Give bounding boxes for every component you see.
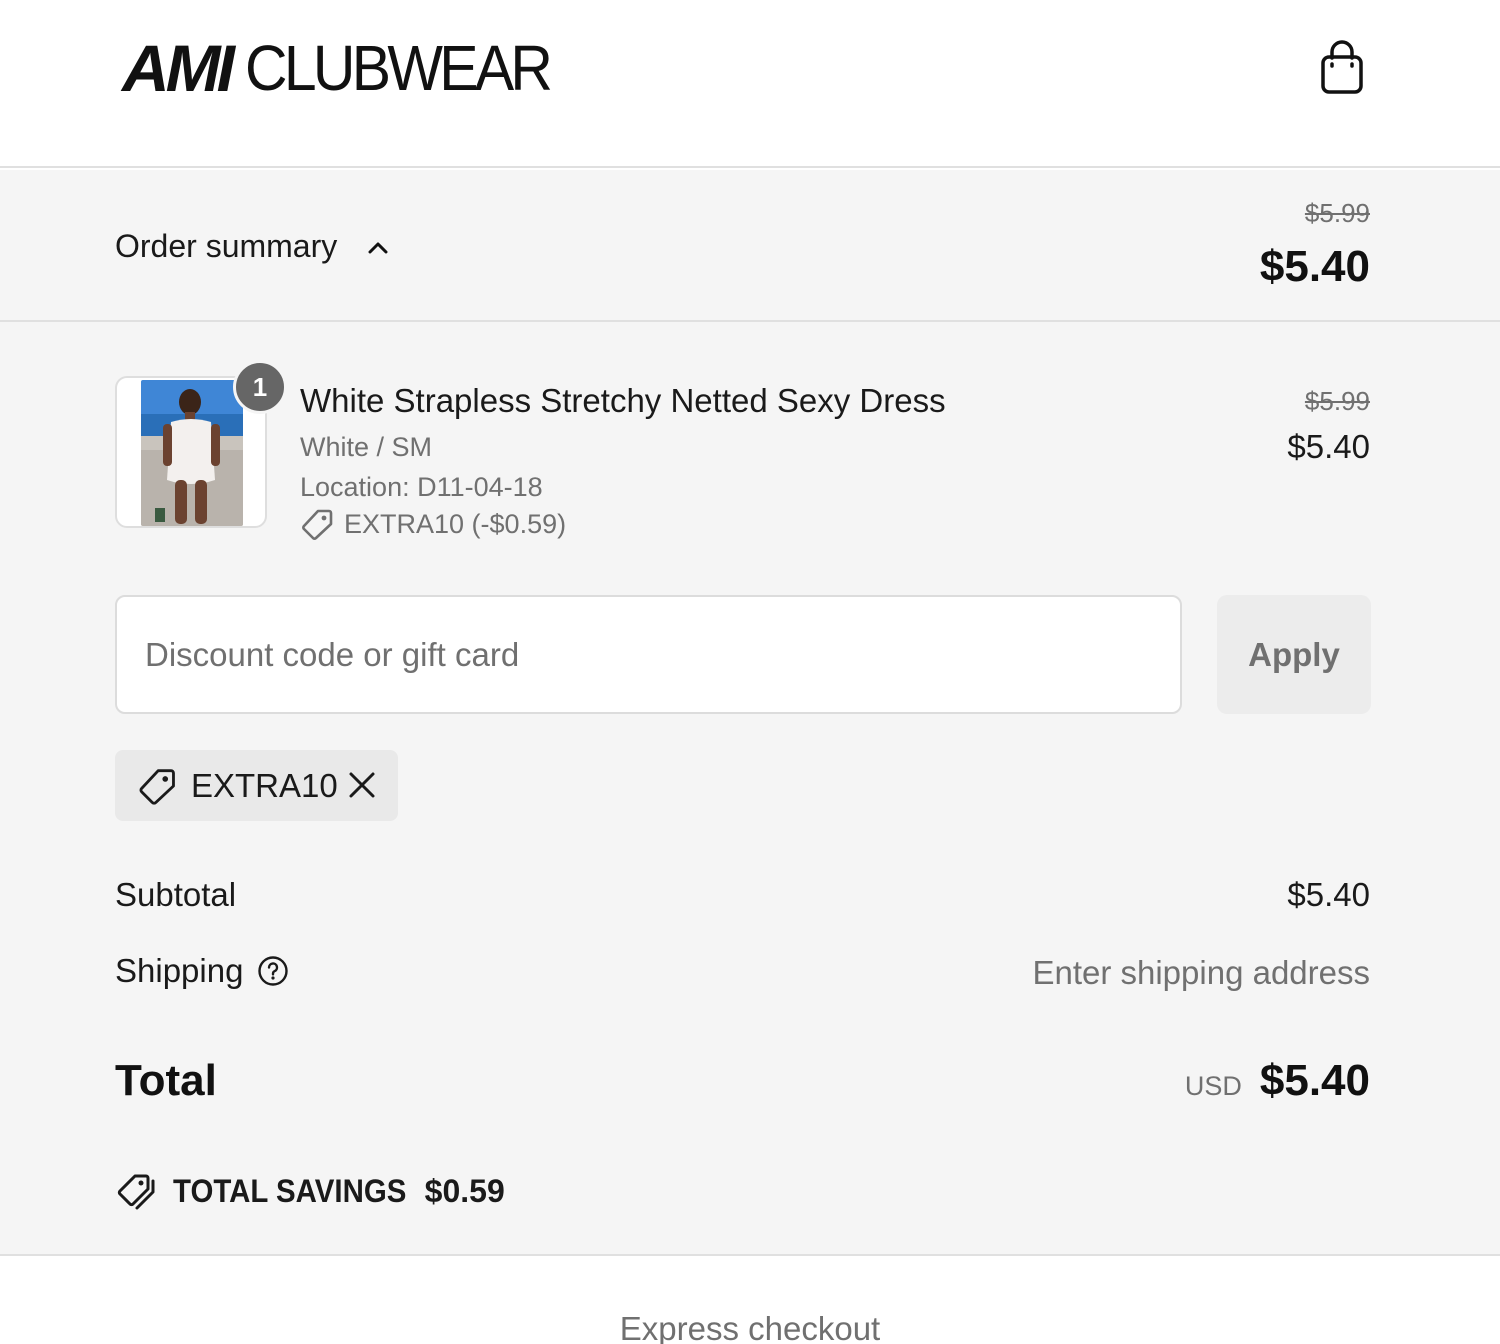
subtotal-label: Subtotal bbox=[115, 876, 237, 913]
order-summary-label: Order summary bbox=[115, 228, 338, 264]
item-discount: EXTRA10 (-$0.59) bbox=[300, 506, 566, 542]
order-summary-panel: Order summary $5.99 $5.40 1 White Strapl… bbox=[0, 170, 1500, 1256]
brand-logo[interactable]: AMI CLUBWEAR bbox=[122, 30, 576, 106]
discount-code-input[interactable] bbox=[115, 595, 1182, 714]
total-currency: USD bbox=[1184, 1071, 1242, 1101]
apply-discount-button[interactable]: Apply bbox=[1217, 595, 1371, 714]
applied-code-label: EXTRA10 bbox=[191, 766, 338, 804]
logo-light-text: CLUBWEAR bbox=[244, 32, 553, 104]
shipping-value: Enter shipping address bbox=[1032, 954, 1370, 991]
item-price: $5.40 bbox=[1287, 428, 1370, 465]
tag-icon bbox=[139, 768, 175, 805]
remove-code-icon[interactable] bbox=[345, 768, 379, 802]
item-discount-text: EXTRA10 (-$0.59) bbox=[344, 508, 567, 539]
savings-label: TOTAL SAVINGS bbox=[173, 1172, 407, 1209]
express-checkout-label: Express checkout bbox=[619, 1310, 881, 1344]
item-compare-price: $5.99 bbox=[1304, 386, 1370, 416]
total-label: Total bbox=[115, 1056, 217, 1105]
product-thumbnail: 1 bbox=[115, 360, 287, 528]
summary-total: $5.40 bbox=[1259, 242, 1370, 291]
help-circle-icon[interactable] bbox=[257, 955, 289, 987]
shipping-row-label: Shipping bbox=[115, 952, 289, 990]
applied-discount-chip: EXTRA10 bbox=[115, 750, 398, 821]
site-header: AMI CLUBWEAR bbox=[0, 0, 1500, 168]
logo-bold-text: AMI bbox=[122, 31, 235, 105]
total-savings: TOTAL SAVINGS $0.59 bbox=[115, 1170, 505, 1212]
item-title: White Strapless Stretchy Netted Sexy Dre… bbox=[300, 382, 946, 419]
tag-icon bbox=[302, 509, 333, 540]
total-value: USD $5.40 bbox=[1185, 1056, 1370, 1106]
quantity-badge: 1 bbox=[233, 360, 287, 414]
summary-compare-total: $5.99 bbox=[1304, 198, 1370, 228]
product-image bbox=[141, 380, 243, 526]
item-location: Location: D11-04-18 bbox=[300, 472, 543, 502]
checkout-page: AMI CLUBWEAR Order summary $5.99 $5.40 1… bbox=[0, 0, 1500, 1344]
chevron-up-icon bbox=[368, 242, 388, 254]
total-amount: $5.40 bbox=[1259, 1056, 1370, 1105]
tags-icon bbox=[117, 1174, 155, 1210]
savings-amount: $0.59 bbox=[424, 1172, 505, 1209]
shipping-label: Shipping bbox=[115, 952, 244, 989]
item-variant: White / SM bbox=[300, 432, 433, 462]
order-summary-toggle[interactable]: Order summary $5.99 $5.40 bbox=[0, 170, 1500, 322]
shopping-bag-icon[interactable] bbox=[1318, 40, 1366, 96]
subtotal-value: $5.40 bbox=[1287, 876, 1370, 913]
